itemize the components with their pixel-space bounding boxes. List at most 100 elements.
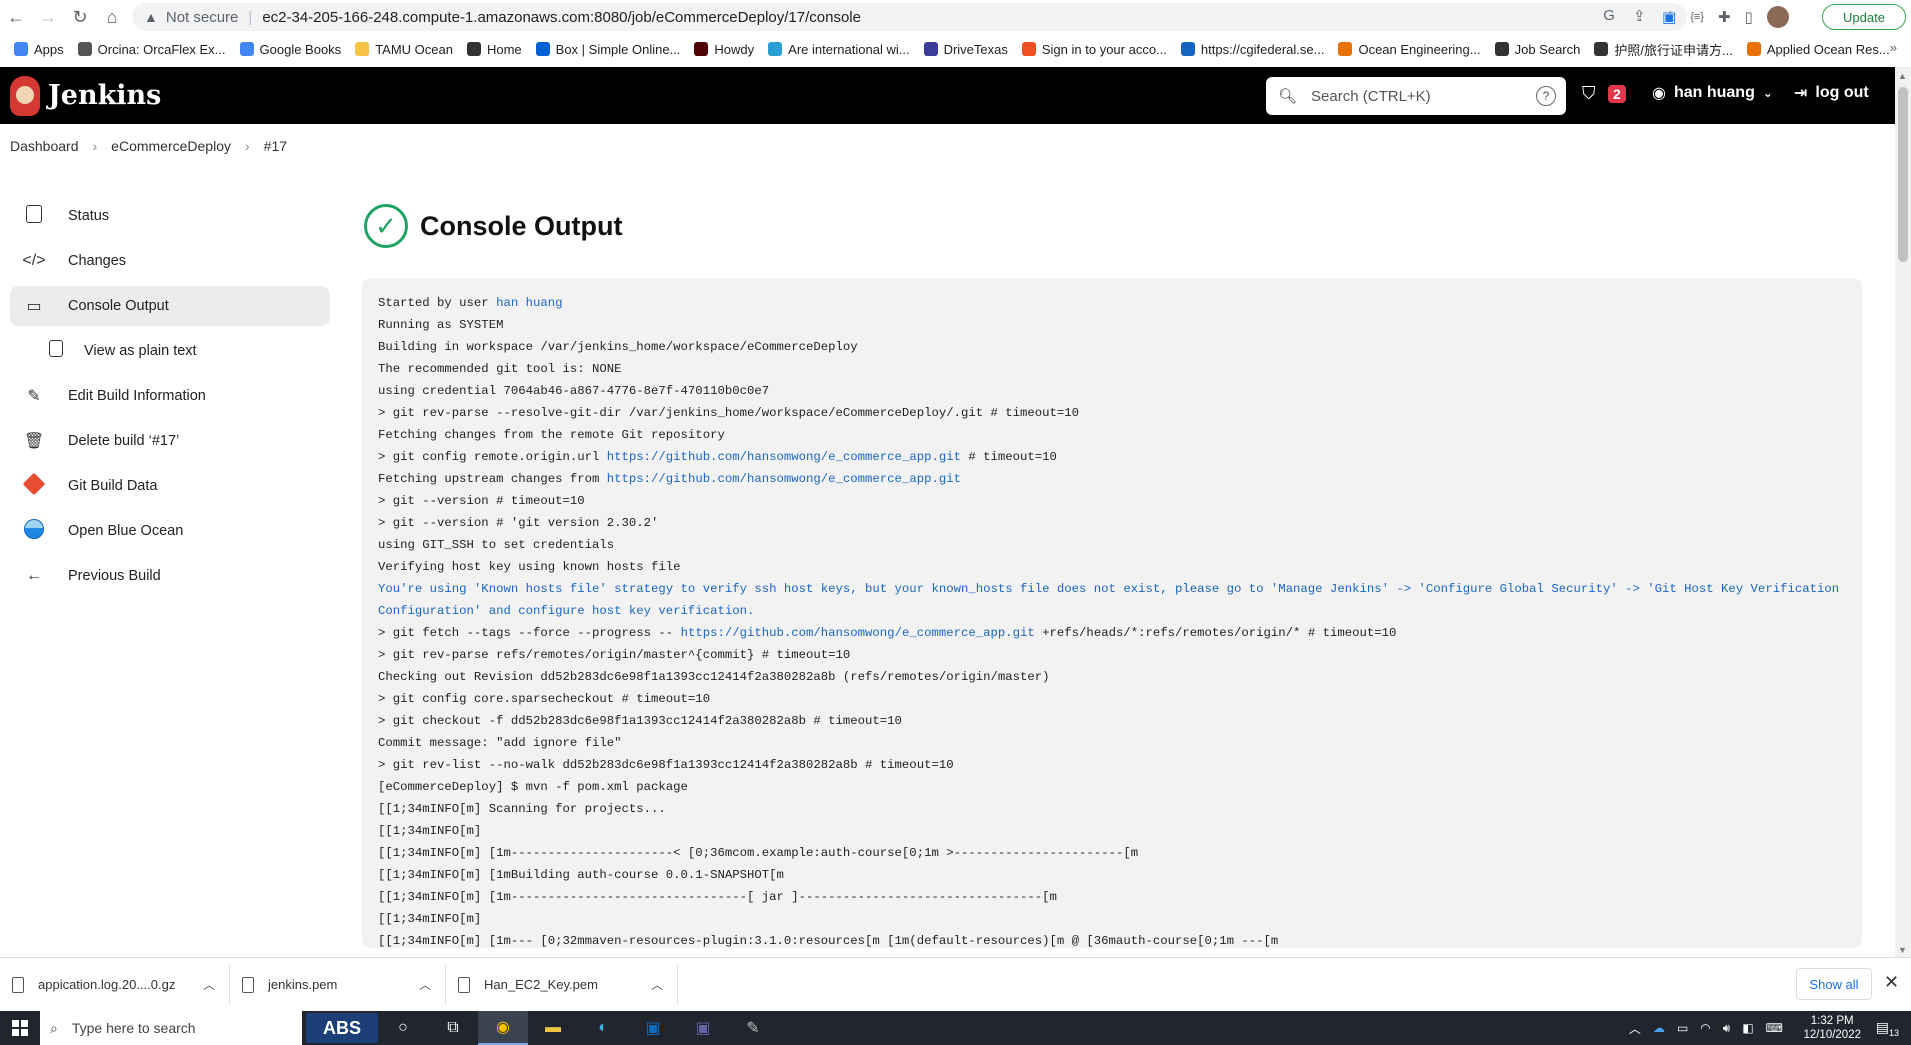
bookmark-item[interactable]: TAMU Ocean — [355, 42, 453, 57]
chevron-up-icon[interactable]: ︿ — [651, 976, 663, 993]
bookmark-favicon-icon — [924, 42, 938, 56]
bookmark-favicon-icon — [240, 42, 254, 56]
profile-avatar[interactable] — [1767, 6, 1789, 28]
battery-icon[interactable]: ▭ — [1677, 1021, 1688, 1035]
help-icon[interactable]: ? — [1536, 86, 1556, 106]
jenkins-logo[interactable]: Jenkins — [10, 76, 161, 116]
console-text: Checking out Revision dd52b283dc6e98f1a1… — [378, 670, 1050, 684]
logout-link[interactable]: ⇥ log out — [1794, 83, 1869, 103]
bookmark-item[interactable]: https://cgifederal.se... — [1181, 42, 1325, 57]
address-bar[interactable]: ▲ Not secure | ec2-34-205-166-248.comput… — [132, 3, 1687, 31]
bookmark-item[interactable]: Job Search — [1495, 42, 1581, 57]
notification-icon[interactable]: ▤13 — [1876, 1019, 1899, 1038]
sidebar-item-git-build-data[interactable]: Git Build Data — [10, 466, 330, 506]
bookmark-item[interactable]: Home — [467, 42, 522, 57]
side-panel-icon[interactable]: ▯ — [1745, 8, 1753, 26]
taskbar-clock[interactable]: 1:32 PM 12/10/2022 — [1803, 1014, 1861, 1042]
sidebar-item-delete-build[interactable]: 🗑︎ Delete build ‘#17’ — [10, 421, 330, 461]
console-text: > git --version # 'git version 2.30.2' — [378, 516, 658, 530]
chevron-up-icon[interactable]: ︿ — [419, 976, 431, 993]
show-all-button[interactable]: Show all — [1796, 968, 1872, 1000]
scroll-down-icon[interactable]: ▼ — [1898, 945, 1907, 955]
update-button[interactable]: Update — [1822, 4, 1906, 30]
download-item[interactable]: jenkins.pem ︿ — [230, 965, 446, 1005]
breadcrumb-build[interactable]: #17 — [264, 138, 287, 154]
bookmark-item[interactable]: Howdy — [694, 42, 754, 57]
extension-icon[interactable]: ▣ — [1662, 8, 1676, 26]
bookmark-item[interactable]: Box | Simple Online... — [536, 42, 681, 57]
share-icon[interactable]: ⇪ — [1633, 7, 1646, 25]
bookmark-item[interactable]: Sign in to your acco... — [1022, 42, 1167, 57]
bookmarks-overflow-icon[interactable]: » — [1890, 40, 1897, 55]
bookmark-item[interactable]: Applied Ocean Res... — [1747, 42, 1890, 57]
sidebar-item-status[interactable]: Status — [10, 196, 330, 236]
sidebar-item-blue-ocean[interactable]: Open Blue Ocean — [10, 511, 330, 551]
console-line: Verifying host key using known hosts fil… — [378, 556, 1846, 578]
paint-icon[interactable]: ✎ — [728, 1011, 778, 1045]
task-view-icon[interactable]: ⧉ — [428, 1011, 478, 1045]
bookmark-item[interactable]: DriveTexas — [924, 42, 1008, 57]
cortana-icon[interactable]: ○ — [378, 1011, 428, 1045]
bookmark-item[interactable]: Are international wi... — [768, 42, 909, 57]
taskbar-search-input[interactable]: ⌕ Type here to search — [40, 1011, 302, 1045]
forward-icon[interactable]: → — [34, 3, 62, 31]
json-extension-icon[interactable]: {≡} — [1690, 11, 1704, 23]
bookmark-item[interactable]: Ocean Engineering... — [1338, 42, 1480, 57]
bookmark-item[interactable]: Google Books — [240, 42, 342, 57]
windows-start-icon[interactable] — [0, 1011, 40, 1045]
sidebar-item-edit-build-info[interactable]: ✎ Edit Build Information — [10, 376, 330, 416]
download-item[interactable]: appication.log.20....0.gz ︿ — [0, 965, 230, 1005]
search-input[interactable]: 🔍︎ Search (CTRL+K) ? — [1266, 77, 1566, 115]
sidebar-item-previous-build[interactable]: ← Previous Build — [10, 556, 330, 596]
scroll-up-icon[interactable]: ▲ — [1898, 71, 1907, 81]
console-link[interactable]: https://github.com/hansomwong/e_commerce… — [607, 472, 961, 486]
breadcrumb-dashboard[interactable]: Dashboard — [10, 138, 79, 154]
console-link[interactable]: https://github.com/hansomwong/e_commerce… — [681, 626, 1035, 640]
console-text: > git rev-parse --resolve-git-dir /var/j… — [378, 406, 1079, 420]
console-link[interactable]: https://github.com/hansomwong/e_commerce… — [607, 450, 961, 464]
console-line: > git rev-parse --resolve-git-dir /var/j… — [378, 402, 1846, 424]
close-icon[interactable]: ✕ — [1884, 972, 1899, 993]
warning-icon: ▲ — [144, 9, 158, 25]
sidebar-item-console-output[interactable]: ▭ Console Output — [10, 286, 330, 326]
outlook-icon[interactable]: ▣ — [628, 1011, 678, 1045]
bookmark-label: Apps — [34, 42, 64, 57]
console-text: Running as SYSTEM — [378, 318, 503, 332]
google-icon[interactable]: G — [1603, 7, 1615, 25]
abs-app-icon[interactable]: ABS — [306, 1013, 378, 1043]
sidebar-item-label: Delete build ‘#17’ — [68, 433, 179, 449]
keyboard-icon[interactable]: ⌨ — [1766, 1021, 1783, 1035]
security-alerts[interactable]: ⛉ 2 — [1582, 83, 1626, 105]
chrome-icon[interactable]: ◉ — [478, 1011, 528, 1045]
scrollbar-thumb[interactable] — [1898, 87, 1908, 262]
meeting-icon[interactable]: ◧ — [1742, 1021, 1753, 1035]
download-item[interactable]: Han_EC2_Key.pem ︿ — [446, 965, 678, 1005]
console-text: > git config remote.origin.url — [378, 450, 607, 464]
chevron-up-icon[interactable]: ︿ — [203, 976, 215, 993]
bookmark-item[interactable]: 护照/旅行证申请方... — [1594, 40, 1732, 59]
console-link[interactable]: han huang — [496, 296, 562, 310]
teams-icon[interactable]: ▣ — [678, 1011, 728, 1045]
edge-icon[interactable]: ◐ — [578, 1011, 628, 1045]
volume-icon[interactable]: 🔊︎ — [1723, 1021, 1731, 1036]
user-menu[interactable]: ◉ han huang ⌄ — [1652, 83, 1773, 103]
page-scrollbar[interactable]: ▲ ▼ — [1895, 67, 1911, 957]
bookmark-item[interactable]: Apps — [14, 42, 64, 57]
puzzle-icon[interactable]: ✚ — [1718, 8, 1731, 26]
terminal-icon: ▭ — [22, 296, 46, 316]
breadcrumb-job[interactable]: eCommerceDeploy — [111, 138, 231, 154]
sidebar-item-plain-text[interactable]: View as plain text — [10, 331, 330, 371]
home-icon[interactable]: ⌂ — [98, 3, 126, 31]
file-explorer-icon[interactable]: ▬ — [528, 1011, 578, 1045]
bookmark-favicon-icon — [467, 42, 481, 56]
console-text: [[1;34mINFO[m] [1m-------------------… — [378, 846, 1138, 860]
url-text[interactable]: ec2-34-205-166-248.compute-1.amazonaws.c… — [262, 9, 861, 26]
reload-icon[interactable]: ↻ — [66, 3, 94, 31]
chevron-up-icon[interactable]: ︿ — [1629, 1020, 1641, 1037]
onedrive-icon[interactable]: ☁ — [1653, 1021, 1665, 1035]
console-output[interactable]: Started by user han huang Running as SYST… — [362, 278, 1862, 948]
sidebar-item-changes[interactable]: </> Changes — [10, 241, 330, 281]
wifi-icon[interactable]: ◠ — [1700, 1021, 1710, 1035]
back-icon[interactable]: ← — [2, 3, 30, 31]
bookmark-item[interactable]: Orcina: OrcaFlex Ex... — [78, 42, 226, 57]
